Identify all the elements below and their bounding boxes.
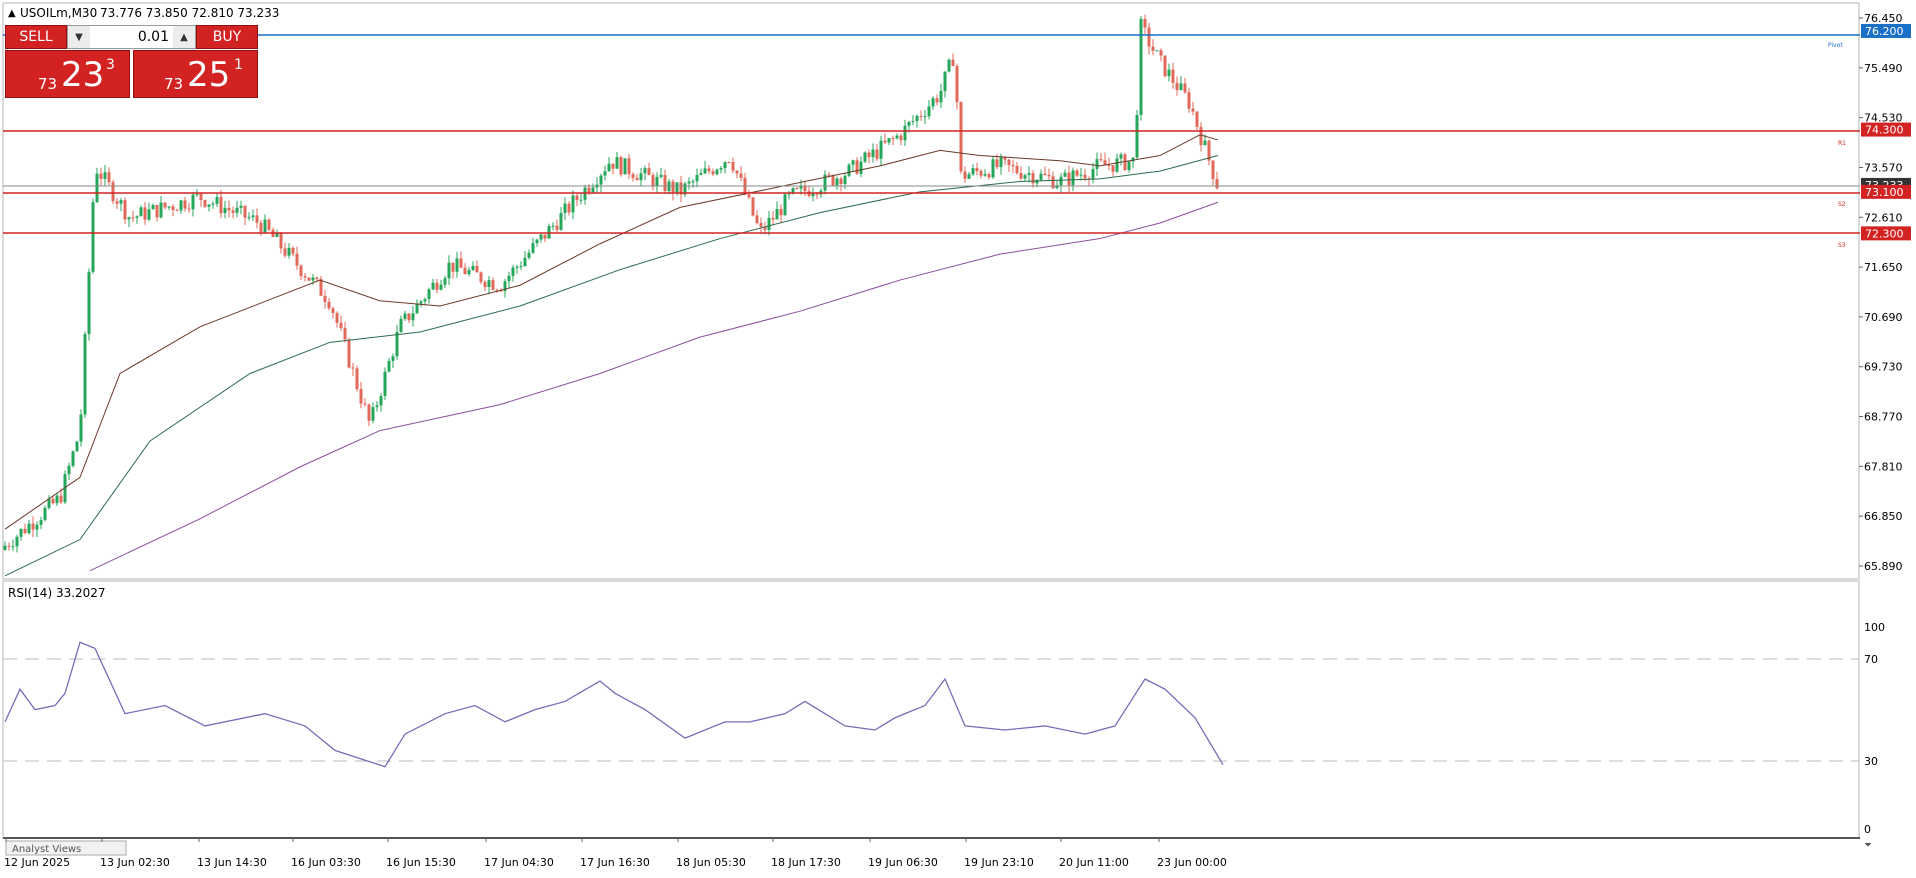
rsi-tick-0: 0 <box>1864 823 1871 836</box>
time-axis: 12 Jun 2025 13 Jun 02:30 13 Jun 14:30 16 Ju… <box>4 838 1227 869</box>
analyst-views-label: Analyst Views <box>12 844 81 855</box>
price-tag-label: 76.200 <box>1865 25 1904 38</box>
price-tag-label: 72.300 <box>1865 227 1904 240</box>
sell-price-point: 3 <box>106 57 115 73</box>
lot-size-input[interactable] <box>90 26 173 48</box>
price-tags: 76.20074.30073.23373.10072.300 <box>1861 23 1911 241</box>
price-tick-label: 75.490 <box>1864 62 1903 75</box>
sell-price-main: 23 <box>61 55 105 95</box>
ohlc-values: 73.776 73.850 72.810 73.233 <box>100 6 279 20</box>
price-tick-label: 65.890 <box>1864 560 1903 573</box>
time-axis-label: 12 Jun 2025 <box>4 856 70 869</box>
buy-price-prefix: 73 <box>164 75 184 93</box>
price-tick-label: 68.770 <box>1864 411 1903 424</box>
time-axis-label: 19 Jun 23:10 <box>964 856 1034 869</box>
time-axis-label: 13 Jun 14:30 <box>197 856 267 869</box>
lot-decrease-button[interactable]: ▼ <box>68 26 90 48</box>
chart-area[interactable]: Pivot R1 S2 S3 ▲ USOILm,M30 73.776 73.85… <box>0 0 1916 874</box>
chart-canvas[interactable]: Pivot R1 S2 S3 ▲ USOILm,M30 73.776 73.85… <box>0 0 1916 874</box>
main-chart-border <box>2 2 1860 580</box>
rsi-tick-70: 70 <box>1864 653 1878 666</box>
buy-price-main: 25 <box>187 55 231 95</box>
price-tick-label: 66.850 <box>1864 510 1903 523</box>
price-axis[interactable]: 76.45075.49074.53073.57072.61071.65070.6… <box>1859 12 1903 573</box>
rsi-tick-100: 100 <box>1864 621 1885 634</box>
s3-line-label: S3 <box>1838 242 1846 249</box>
sell-button[interactable]: SELL <box>5 25 67 49</box>
price-tick-label: 72.610 <box>1864 211 1903 224</box>
price-tick-label: 67.810 <box>1864 460 1903 473</box>
time-axis-label: 17 Jun 04:30 <box>484 856 554 869</box>
price-tag-label: 73.100 <box>1865 186 1904 199</box>
time-axis-label: 23 Jun 00:00 <box>1157 856 1227 869</box>
trade-panel-prices: 73 23 3 73 25 1 <box>5 50 258 98</box>
time-axis-label: 16 Jun 03:30 <box>291 856 361 869</box>
lot-increase-button[interactable]: ▲ <box>173 26 195 48</box>
one-click-trading-panel: SELL ▼ ▲ BUY 73 23 3 73 25 1 <box>5 25 258 98</box>
price-tick-label: 76.450 <box>1864 12 1903 25</box>
time-axis-label: 17 Jun 16:30 <box>580 856 650 869</box>
rsi-tick-30: 30 <box>1864 755 1878 768</box>
trade-panel-top-row: SELL ▼ ▲ BUY <box>5 25 258 49</box>
symbol-label: USOILm,M30 <box>20 6 97 20</box>
sell-price-box[interactable]: 73 23 3 <box>5 50 130 98</box>
price-tick-label: 69.730 <box>1864 361 1903 374</box>
rsi-title: RSI(14) 33.2027 <box>8 586 106 600</box>
time-axis-label: 20 Jun 11:00 <box>1059 856 1129 869</box>
buy-price-point: 1 <box>234 57 243 73</box>
price-tick-label: 71.650 <box>1864 261 1903 274</box>
rsi-line <box>4 641 1224 768</box>
rsi-panel-border <box>2 580 1860 839</box>
lot-stepper[interactable]: ▼ ▲ <box>67 25 196 49</box>
buy-button[interactable]: BUY <box>196 25 258 49</box>
moving-averages <box>4 134 1219 577</box>
sell-price-prefix: 73 <box>38 75 58 93</box>
s2-line-label: S2 <box>1838 201 1846 208</box>
price-tick-label: 73.570 <box>1864 161 1903 174</box>
buy-price-box[interactable]: 73 25 1 <box>133 50 258 98</box>
price-tag-label: 74.300 <box>1865 124 1904 137</box>
time-axis-label: 18 Jun 05:30 <box>676 856 746 869</box>
time-axis-label: 19 Jun 06:30 <box>868 856 938 869</box>
triangle-icon: ▲ <box>8 8 16 19</box>
r1-line-label: R1 <box>1838 140 1846 147</box>
time-axis-label: 18 Jun 17:30 <box>771 856 841 869</box>
pivot-line-label: Pivot <box>1828 42 1843 49</box>
time-axis-label: 13 Jun 02:30 <box>100 856 170 869</box>
time-axis-label: 16 Jun 15:30 <box>386 856 456 869</box>
scroll-down-icon[interactable]: ⏷ <box>1864 840 1872 851</box>
price-tick-label: 70.690 <box>1864 311 1903 324</box>
